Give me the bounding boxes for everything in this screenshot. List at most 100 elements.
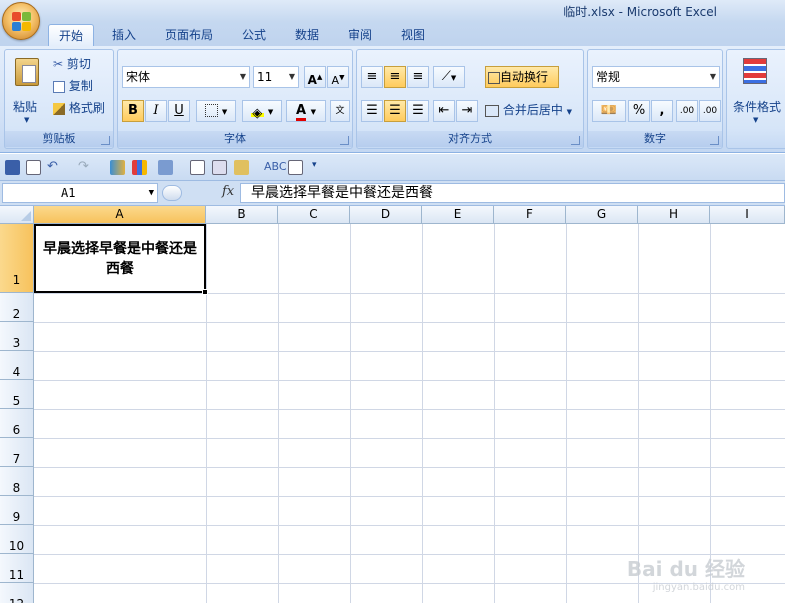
paste-button[interactable]: 粘贴 ▼ (9, 54, 45, 124)
format-painter-button[interactable]: 格式刷 (53, 98, 105, 119)
align-right-button[interactable]: ☰ (407, 100, 429, 122)
chart-icon[interactable] (132, 160, 147, 175)
column-header-i[interactable]: I (710, 206, 785, 224)
gridline (34, 467, 785, 468)
conditional-format-button[interactable]: 条件格式 ▼ (729, 54, 785, 124)
orientation-button[interactable]: ⟋▼ (433, 66, 465, 88)
tab-review[interactable]: 审阅 (338, 24, 382, 46)
phonetic-button[interactable]: 文 (330, 100, 350, 122)
properties-icon[interactable] (212, 160, 227, 175)
redo-icon[interactable]: ↷ (78, 160, 93, 175)
underline-button[interactable]: U (168, 100, 190, 122)
copy-button[interactable]: 复制 (53, 76, 93, 97)
office-button[interactable] (2, 2, 40, 40)
copy-label: 复制 (68, 79, 93, 93)
tab-insert[interactable]: 插入 (100, 24, 148, 46)
tab-home[interactable]: 开始 (48, 24, 94, 46)
row-header-12[interactable]: 12 (0, 583, 34, 603)
decrease-indent-button[interactable]: ⇤ (433, 100, 455, 122)
formula-input[interactable]: 早晨选择早餐是中餐还是西餐 (240, 183, 785, 203)
wrap-text-button[interactable]: 自动换行 (485, 66, 559, 88)
row-header-5[interactable]: 5 (0, 380, 34, 409)
column-header-g[interactable]: G (566, 206, 638, 224)
row-header-10[interactable]: 10 (0, 525, 34, 554)
merge-center-button[interactable]: 合并后居中 ▼ (485, 100, 572, 121)
gridline (422, 224, 423, 603)
row-header-3[interactable]: 3 (0, 322, 34, 351)
column-header-e[interactable]: E (422, 206, 494, 224)
name-box[interactable]: A1 ▼ (2, 183, 158, 203)
column-header-b[interactable]: B (206, 206, 278, 224)
increase-indent-button[interactable]: ⇥ (456, 100, 478, 122)
print-preview-icon[interactable] (288, 160, 303, 175)
row-header-1[interactable]: 1 (0, 224, 34, 293)
chevron-down-icon: ▼ (148, 188, 154, 198)
formula-controls: fx (160, 183, 240, 203)
tab-data[interactable]: 数据 (285, 24, 329, 46)
align-bottom-icon: ≡ (412, 69, 424, 84)
row-header-6[interactable]: 6 (0, 409, 34, 438)
align-middle-button[interactable]: ≡ (384, 66, 406, 88)
drawing-icon[interactable] (158, 160, 173, 175)
border-button[interactable]: ▼ (196, 100, 236, 122)
expand-formula-icon[interactable] (162, 185, 182, 201)
tab-page-layout[interactable]: 页面布局 (156, 24, 222, 46)
shrink-font-button[interactable]: A▼ (327, 66, 349, 88)
align-bottom-button[interactable]: ≡ (407, 66, 429, 88)
increase-decimal-button[interactable]: .00 (676, 100, 698, 122)
tab-view[interactable]: 视图 (391, 24, 435, 46)
fill-color-button[interactable]: ◈ ▼ (242, 100, 282, 122)
percent-button[interactable]: % (628, 100, 650, 122)
font-group: 宋体 ▼ 11 ▼ A▲ A▼ B I U ▼ ◈ ▼ A ▼ 文 字体 (117, 49, 353, 149)
column-header-f[interactable]: F (494, 206, 566, 224)
row-header-8[interactable]: 8 (0, 467, 34, 496)
row-header-11[interactable]: 11 (0, 554, 34, 583)
column-header-a[interactable]: A (34, 206, 206, 224)
italic-button[interactable]: I (145, 100, 167, 122)
bold-button[interactable]: B (122, 100, 144, 122)
copy-icon (53, 80, 65, 93)
align-right-icon: ☰ (412, 103, 424, 118)
undo-icon[interactable]: ↶ (47, 160, 62, 175)
font-color-button[interactable]: A ▼ (286, 100, 326, 122)
column-header-c[interactable]: C (278, 206, 350, 224)
align-left-button[interactable]: ☰ (361, 100, 383, 122)
customize-toolbar-icon[interactable]: ▾ (312, 160, 327, 175)
comma-button[interactable]: , (651, 100, 673, 122)
align-center-button[interactable]: ☰ (384, 100, 406, 122)
save-icon[interactable] (5, 160, 20, 175)
cell-a1[interactable]: 早晨选择早餐是中餐还是西餐 (34, 224, 206, 293)
column-header-d[interactable]: D (350, 206, 422, 224)
row-header-2[interactable]: 2 (0, 293, 34, 322)
spelling-icon[interactable]: ABC (264, 160, 287, 175)
column-header-h[interactable]: H (638, 206, 710, 224)
gridline (34, 351, 785, 352)
decrease-decimal-button[interactable]: .00 (699, 100, 721, 122)
form-icon[interactable] (190, 160, 205, 175)
row-header-7[interactable]: 7 (0, 438, 34, 467)
fill-handle[interactable] (202, 289, 208, 295)
row-header-9[interactable]: 9 (0, 496, 34, 525)
cut-button[interactable]: ✂ 剪切 (53, 54, 91, 75)
gridline (566, 224, 567, 603)
currency-icon: 💴 (600, 103, 618, 118)
paste-icon (15, 58, 39, 86)
font-name-select[interactable]: 宋体 ▼ (122, 66, 250, 88)
tab-formulas[interactable]: 公式 (232, 24, 276, 46)
grow-font-button[interactable]: A▲ (304, 66, 326, 88)
insert-function-button[interactable]: fx (222, 184, 234, 199)
currency-button[interactable]: 💴 (592, 100, 626, 122)
row-header-4[interactable]: 4 (0, 351, 34, 380)
number-format-select[interactable]: 常规 ▼ (592, 66, 720, 88)
font-launcher-icon[interactable] (340, 136, 349, 145)
sort-icon[interactable] (110, 160, 125, 175)
select-all-button[interactable] (0, 206, 34, 224)
alignment-launcher-icon[interactable] (571, 136, 580, 145)
font-size-select[interactable]: 11 ▼ (253, 66, 299, 88)
clipboard-launcher-icon[interactable] (101, 136, 110, 145)
number-launcher-icon[interactable] (710, 136, 719, 145)
align-top-button[interactable]: ≡ (361, 66, 383, 88)
styles-group: 条件格式 ▼ (726, 49, 785, 149)
macro-icon[interactable] (234, 160, 249, 175)
new-document-icon[interactable] (26, 160, 41, 175)
